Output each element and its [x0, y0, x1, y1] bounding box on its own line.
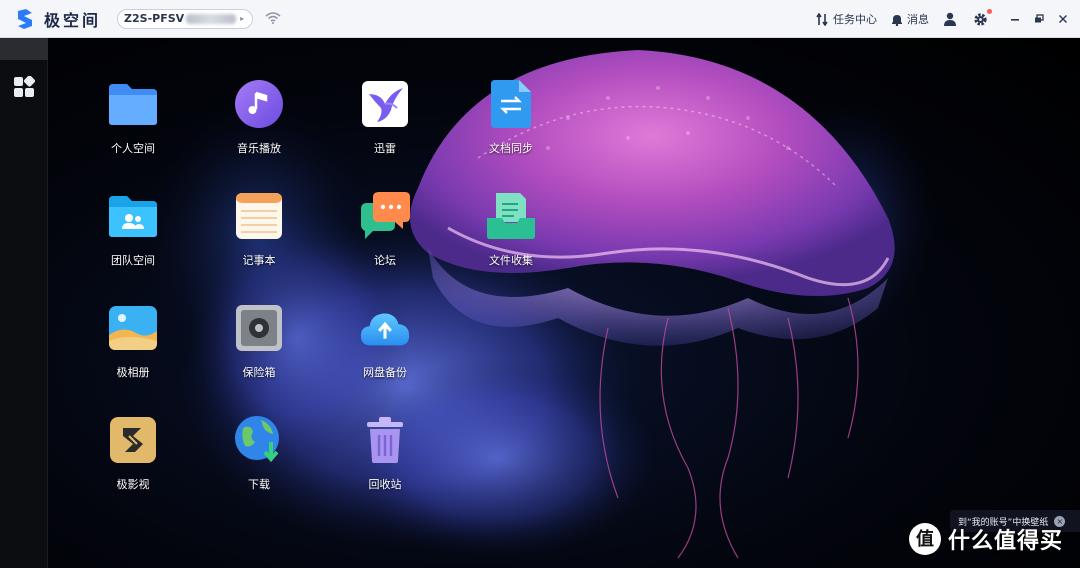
app-cloud-backup[interactable]: 网盘备份	[330, 302, 440, 380]
sidebar-header	[0, 38, 48, 60]
watermark: 值 什么值得买	[908, 522, 1063, 556]
close-button[interactable]	[1052, 14, 1074, 24]
user-icon	[944, 12, 956, 26]
safe-icon	[233, 302, 285, 354]
transfer-icon	[816, 12, 828, 26]
svg-text:值: 值	[916, 528, 934, 550]
app-notepad[interactable]: 记事本	[204, 190, 314, 268]
app-name: 极空间	[44, 10, 102, 30]
messages-label: 消息	[907, 13, 929, 26]
app-label: 音乐播放	[237, 142, 281, 155]
minimize-icon	[1011, 19, 1019, 21]
app-label: 文件收集	[489, 254, 533, 267]
device-name-redacted	[186, 13, 237, 24]
bird-icon	[359, 78, 411, 130]
app-label: 迅雷	[374, 142, 396, 155]
task-center-label: 任务中心	[833, 13, 877, 26]
app-video[interactable]: 极影视	[78, 414, 188, 492]
app-label: 下载	[248, 478, 270, 491]
logo-icon	[18, 8, 32, 29]
app-personal-space[interactable]: 个人空间	[78, 78, 188, 156]
video-logo-icon	[107, 414, 159, 466]
app-grid-button[interactable]	[13, 75, 36, 102]
app-download[interactable]: 下载	[204, 414, 314, 492]
notification-dot	[987, 8, 992, 14]
chevron-down-icon: ▸	[240, 14, 245, 23]
restore-icon	[1035, 14, 1044, 23]
watermark-text: 什么值得买	[948, 529, 1064, 554]
photo-icon	[107, 302, 159, 354]
app-music-player[interactable]: 音乐播放	[204, 78, 314, 156]
chat-bubbles-icon	[359, 190, 411, 242]
restore-button[interactable]	[1028, 14, 1050, 24]
bell-icon	[892, 14, 902, 26]
app-label: 保险箱	[242, 366, 276, 379]
wifi-icon	[265, 9, 281, 28]
trash-icon	[359, 414, 411, 466]
device-name: Z2S-PFSV	[124, 12, 185, 25]
app-label: 个人空间	[111, 142, 155, 155]
app-label: 网盘备份	[363, 366, 407, 379]
app-label: 回收站	[368, 478, 402, 491]
app-label: 极相册	[116, 366, 150, 379]
app-doc-sync[interactable]: 文档同步	[456, 78, 566, 156]
app-safe-box[interactable]: 保险箱	[204, 302, 314, 380]
watermark-logo-icon: 值	[909, 523, 941, 555]
team-folder-icon	[107, 190, 159, 242]
title-bar: 极空间 Z2S-PFSV ▸ 任务中心 消息	[0, 0, 1080, 38]
app-xunlei[interactable]: 迅雷	[330, 78, 440, 156]
app-logo: 极空间	[14, 7, 101, 31]
app-label: 论坛	[374, 254, 396, 267]
globe-download-icon	[233, 414, 285, 466]
app-grid-icon	[14, 75, 36, 97]
file-collect-icon	[485, 190, 537, 242]
app-recycle-bin[interactable]: 回收站	[330, 414, 440, 492]
minimize-button[interactable]	[1004, 14, 1026, 24]
app-photo-album[interactable]: 极相册	[78, 302, 188, 380]
app-label: 团队空间	[111, 254, 155, 267]
app-label: 文档同步	[489, 142, 533, 155]
folder-icon	[107, 78, 159, 130]
app-forum[interactable]: 论坛	[330, 190, 440, 268]
sync-doc-icon	[485, 78, 537, 130]
settings-button[interactable]	[973, 8, 992, 27]
messages-button[interactable]: 消息	[891, 11, 929, 27]
cloud-upload-icon	[359, 302, 411, 354]
app-label: 极影视	[116, 478, 150, 491]
notepad-icon	[233, 190, 285, 242]
account-button[interactable]	[943, 12, 957, 26]
app-team-space[interactable]: 团队空间	[78, 190, 188, 268]
task-center-button[interactable]: 任务中心	[816, 11, 877, 27]
app-file-collect[interactable]: 文件收集	[456, 190, 566, 268]
desktop[interactable]: 个人空间 团队空间 极相册 极影视 音乐播放 记事本 保险箱 下载 迅雷 论坛 …	[48, 38, 1080, 568]
device-selector[interactable]: Z2S-PFSV ▸	[117, 8, 254, 29]
music-note-icon	[233, 78, 285, 130]
app-label: 记事本	[242, 254, 276, 267]
gear-icon	[974, 12, 987, 26]
close-icon	[1059, 15, 1067, 23]
sidebar	[0, 38, 48, 568]
